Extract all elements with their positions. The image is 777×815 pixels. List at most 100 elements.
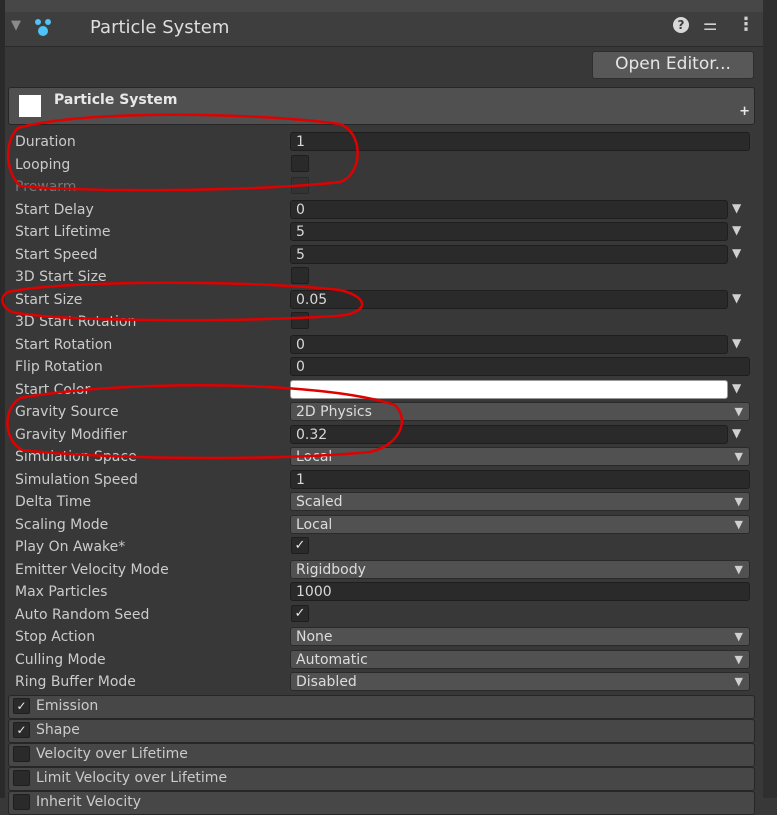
property-label: Start Speed: [15, 247, 98, 263]
culling-mode-dropdown[interactable]: Automatic ▼: [290, 650, 750, 669]
component-title: Particle System: [90, 17, 230, 38]
chevron-down-icon: ▼: [734, 563, 743, 576]
max-particles-field[interactable]: 1000: [290, 582, 750, 601]
play-on-awake-checkbox[interactable]: ✓: [291, 537, 309, 554]
property-label: Start Delay: [15, 202, 94, 218]
context-menu-icon[interactable]: ⋮: [737, 14, 755, 35]
open-editor-button[interactable]: Open Editor...: [592, 51, 754, 79]
property-row-gravity-modifier: Gravity Modifier 0.32 ▼: [8, 425, 763, 447]
module-velocity-over-lifetime[interactable]: Velocity over Lifetime: [8, 743, 755, 767]
property-label: 3D Start Size: [15, 269, 107, 285]
property-label: Start Size: [15, 292, 83, 308]
module-emission[interactable]: ✓ Emission: [8, 695, 755, 719]
presets-icon[interactable]: ⚌: [703, 15, 717, 34]
dropdown-value: Disabled: [296, 674, 357, 690]
module-label: Velocity over Lifetime: [36, 746, 188, 762]
delta-time-dropdown[interactable]: Scaled ▼: [290, 492, 750, 511]
property-row-culling-mode: Culling Mode Automatic ▼: [8, 650, 763, 672]
module-enable-checkbox[interactable]: ✓: [13, 722, 30, 738]
particle-system-icon: [35, 19, 51, 36]
start-color-swatch[interactable]: [290, 380, 728, 399]
property-label: Play On Awake*: [15, 539, 126, 555]
scaling-mode-dropdown[interactable]: Local ▼: [290, 515, 750, 534]
curve-mode-chevron-icon[interactable]: ▼: [732, 336, 741, 350]
fold-arrow-icon[interactable]: ▼: [11, 18, 21, 33]
property-label: Gravity Source: [15, 404, 119, 420]
dropdown-value: None: [296, 629, 333, 645]
chevron-down-icon: ▼: [734, 450, 743, 463]
module-swatch-icon: [19, 95, 41, 117]
property-label: Simulation Speed: [15, 472, 138, 488]
curve-mode-chevron-icon[interactable]: ▼: [732, 426, 741, 440]
dropdown-value: Scaled: [296, 494, 343, 510]
curve-mode-chevron-icon[interactable]: ▼: [732, 246, 741, 260]
gravity-source-dropdown[interactable]: 2D Physics ▼: [290, 402, 750, 421]
property-label: Culling Mode: [15, 652, 106, 668]
module-enable-checkbox[interactable]: ✓: [13, 698, 30, 714]
3d-start-size-checkbox[interactable]: [291, 267, 309, 284]
scrollbar-track[interactable]: [763, 0, 777, 798]
flip-rotation-field[interactable]: 0: [290, 357, 750, 376]
property-row-delta-time: Delta Time Scaled ▼: [8, 492, 763, 514]
start-lifetime-field[interactable]: 5: [290, 222, 728, 241]
curve-mode-chevron-icon[interactable]: ▼: [732, 223, 741, 237]
start-rotation-field[interactable]: 0: [290, 335, 728, 354]
property-row-simulation-speed: Simulation Speed 1: [8, 470, 763, 492]
property-row-simulation-space: Simulation Space Local ▼: [8, 447, 763, 469]
module-enable-checkbox[interactable]: [13, 746, 30, 762]
property-row-start-lifetime: Start Lifetime 5 ▼: [8, 222, 763, 244]
property-label: Max Particles: [15, 584, 108, 600]
main-module-header[interactable]: Particle System +: [8, 87, 755, 125]
dropdown-value: Local: [296, 517, 333, 533]
curve-mode-chevron-icon[interactable]: ▼: [732, 201, 741, 215]
module-enable-checkbox[interactable]: [13, 770, 30, 786]
property-row-gravity-source: Gravity Source 2D Physics ▼: [8, 402, 763, 424]
main-module-label: Particle System: [54, 92, 178, 108]
property-label: Simulation Space: [15, 449, 137, 465]
dropdown-value: Automatic: [296, 652, 368, 668]
prewarm-checkbox[interactable]: [291, 177, 309, 194]
left-gutter: [0, 0, 5, 798]
3d-start-rotation-checkbox[interactable]: [291, 312, 309, 329]
start-size-field[interactable]: 0.05: [290, 290, 728, 309]
start-speed-field[interactable]: 5: [290, 245, 728, 264]
dropdown-value: Rigidbody: [296, 562, 366, 578]
property-label: Flip Rotation: [15, 359, 103, 375]
property-label: Duration: [15, 134, 76, 150]
stop-action-dropdown[interactable]: None ▼: [290, 627, 750, 646]
property-row-auto-random-seed: Auto Random Seed ✓: [8, 605, 763, 627]
dropdown-value: 2D Physics: [296, 404, 372, 420]
property-row-looping: Looping: [8, 155, 763, 177]
add-icon[interactable]: +: [739, 104, 750, 119]
module-label: Emission: [36, 698, 99, 714]
emitter-velocity-mode-dropdown[interactable]: Rigidbody ▼: [290, 560, 750, 579]
color-mode-chevron-icon[interactable]: ▼: [732, 381, 741, 395]
module-shape[interactable]: ✓ Shape: [8, 719, 755, 743]
component-header[interactable]: ▼ Particle System ? ⚌ ⋮: [5, 12, 763, 47]
property-row-play-on-awake: Play On Awake* ✓: [8, 537, 763, 559]
duration-field[interactable]: 1: [290, 132, 750, 151]
property-row-duration: Duration 1: [8, 132, 763, 154]
property-label: Start Lifetime: [15, 224, 111, 240]
property-label: Delta Time: [15, 494, 92, 510]
property-label: Prewarm: [15, 179, 77, 195]
property-label: Scaling Mode: [15, 517, 109, 533]
auto-random-seed-checkbox[interactable]: ✓: [291, 605, 309, 622]
chevron-down-icon: ▼: [734, 630, 743, 643]
ring-buffer-mode-dropdown[interactable]: Disabled ▼: [290, 672, 750, 691]
simulation-speed-field[interactable]: 1: [290, 470, 750, 489]
start-delay-field[interactable]: 0: [290, 200, 728, 219]
property-row-start-speed: Start Speed 5 ▼: [8, 245, 763, 267]
property-row-3d-start-rotation: 3D Start Rotation: [8, 312, 763, 334]
module-enable-checkbox[interactable]: [13, 794, 30, 810]
module-limit-velocity-over-lifetime[interactable]: Limit Velocity over Lifetime: [8, 767, 755, 791]
simulation-space-dropdown[interactable]: Local ▼: [290, 447, 750, 466]
looping-checkbox[interactable]: [291, 155, 309, 172]
gravity-modifier-field[interactable]: 0.32: [290, 425, 728, 444]
property-label: Start Rotation: [15, 337, 113, 353]
curve-mode-chevron-icon[interactable]: ▼: [732, 291, 741, 305]
help-icon[interactable]: ?: [673, 17, 689, 33]
property-row-start-delay: Start Delay 0 ▼: [8, 200, 763, 222]
property-label: 3D Start Rotation: [15, 314, 137, 330]
module-inherit-velocity[interactable]: Inherit Velocity: [8, 791, 755, 815]
